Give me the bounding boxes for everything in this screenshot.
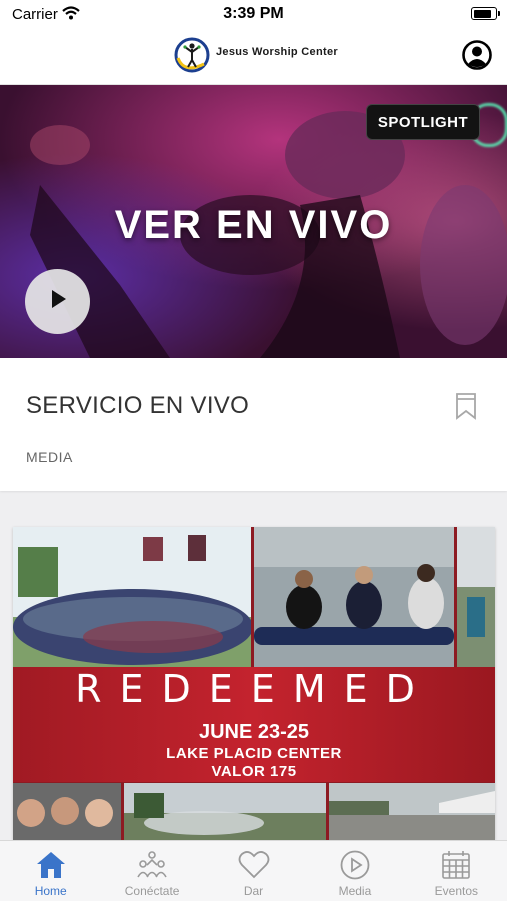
tab-bar: Home Conéctate Dar Media Eventos <box>0 840 507 901</box>
group-photo <box>13 527 251 667</box>
play-button[interactable] <box>25 269 90 334</box>
camp-photo-edge <box>457 527 495 667</box>
live-service-card[interactable]: SERVICIO EN VIVO MEDIA <box>0 358 507 491</box>
event-dates: JUNE 23-25 <box>198 721 310 743</box>
tab-dar[interactable]: Dar <box>203 841 304 901</box>
battery-icon <box>471 7 500 20</box>
bookmark-icon[interactable] <box>455 392 477 425</box>
kayak-photo <box>254 527 454 667</box>
tab-conectate[interactable]: Conéctate <box>101 841 202 901</box>
tab-eventos[interactable]: Eventos <box>406 841 507 901</box>
profile-icon[interactable] <box>462 40 492 75</box>
calendar-icon <box>442 851 471 879</box>
people-icon <box>137 851 167 878</box>
tab-label: Home <box>34 884 67 898</box>
app-header: Jesus Worship Center <box>0 30 507 85</box>
tent-photo <box>329 783 495 840</box>
church-name: Jesus Worship Center <box>216 46 338 58</box>
battery-level <box>473 9 491 18</box>
status-bar: Carrier 3:39 PM <box>0 0 507 30</box>
tab-label: Media <box>338 884 372 898</box>
tab-label: Dar <box>243 884 264 898</box>
promo-card[interactable]: REDEEMED JUNE 23-25 LAKE PLACID CENTER V… <box>13 527 495 840</box>
play-icon <box>47 288 69 315</box>
card-category: MEDIA <box>26 449 73 465</box>
play-circle-icon <box>340 850 370 880</box>
tab-media[interactable]: Media <box>304 841 405 901</box>
tab-home[interactable]: Home <box>0 841 101 901</box>
hero-title: VER EN VIVO <box>114 203 393 247</box>
church-logo-icon <box>172 34 212 81</box>
card-title: SERVICIO EN VIVO <box>26 392 250 419</box>
home-icon <box>36 852 65 878</box>
spotlight-badge: SPOTLIGHT <box>366 104 480 140</box>
tab-label: Conéctate <box>124 884 180 898</box>
live-stream-banner[interactable]: SPOTLIGHT VER EN VIVO <box>0 85 507 358</box>
girls-photo <box>13 783 121 840</box>
event-location: LAKE PLACID CENTER <box>166 745 342 762</box>
event-title: REDEEMED <box>75 667 433 711</box>
event-banner: REDEEMED JUNE 23-25 LAKE PLACID CENTER V… <box>13 667 495 782</box>
field-photo <box>124 783 326 840</box>
event-address: VALOR 175 <box>211 763 297 780</box>
heart-icon <box>238 851 269 879</box>
tab-label: Eventos <box>434 884 478 898</box>
status-time: 3:39 PM <box>223 5 284 22</box>
